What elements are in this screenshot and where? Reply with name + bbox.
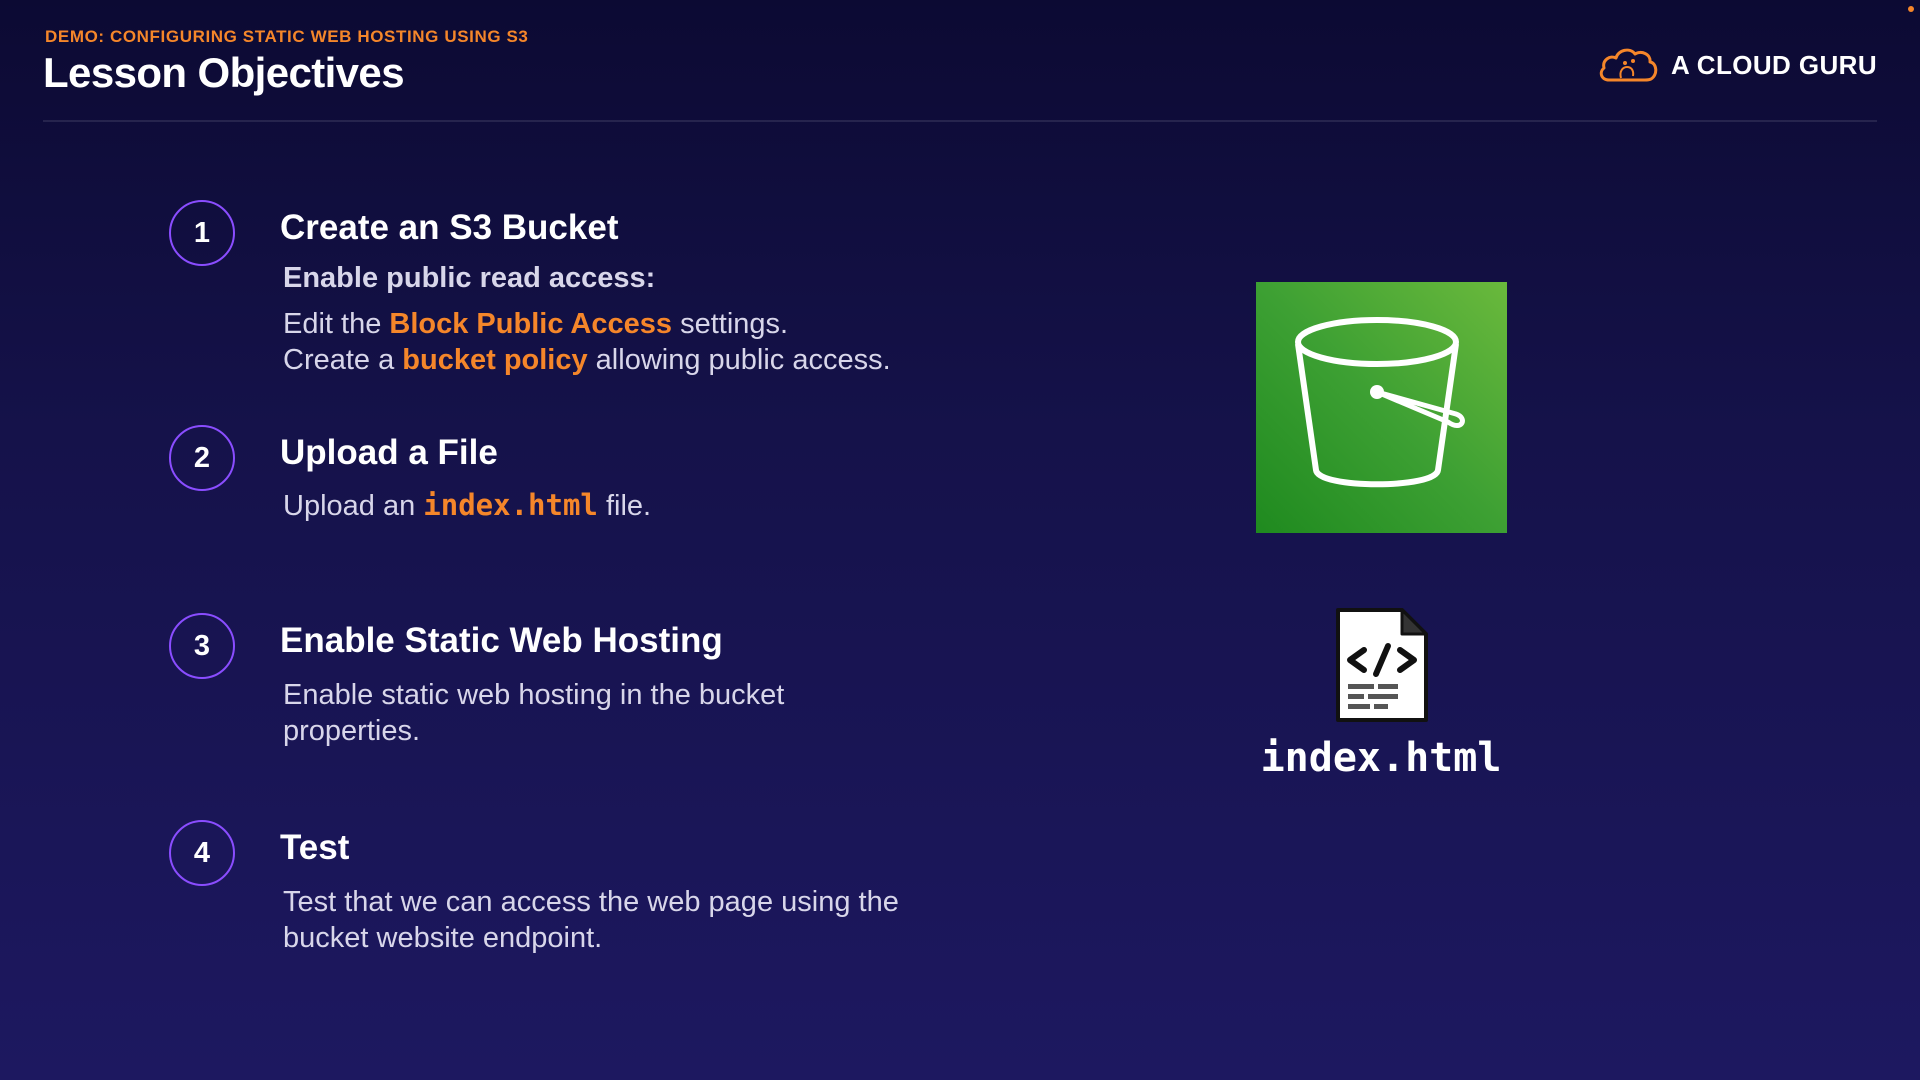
text-segment: Create a [283, 344, 403, 376]
text-segment: file. [597, 490, 652, 522]
step-title: Create an S3 Bucket [280, 208, 619, 247]
step-number-badge: 4 [169, 820, 235, 886]
file-name-label: index.html [1260, 735, 1502, 781]
text-segment: settings. [672, 308, 789, 340]
step-body: Test that we can access the web page usi… [283, 886, 899, 954]
step-number-badge: 1 [169, 200, 235, 266]
brand-logo: A CLOUD GURU [1597, 42, 1877, 88]
highlight-index-html: index.html [423, 488, 598, 522]
text-segment: allowing public access. [587, 344, 891, 376]
step-line: Create a bucket policy allowing public a… [283, 342, 1043, 378]
step-title: Upload a File [280, 433, 498, 472]
highlight-block-public-access: Block Public Access [389, 308, 673, 340]
slide-kicker: DEMO: CONFIGURING STATIC WEB HOSTING USI… [45, 27, 529, 46]
slide-header: DEMO: CONFIGURING STATIC WEB HOSTING USI… [43, 22, 1877, 122]
step-number-badge: 3 [169, 613, 235, 679]
step-body: Enable static web hosting in the bucket … [283, 679, 785, 747]
step-title: Enable Static Web Hosting [280, 621, 723, 660]
recording-indicator [1908, 6, 1914, 12]
page-title: Lesson Objectives [43, 49, 405, 96]
step-body: Upload an index.html file. [283, 487, 1043, 524]
html-file-illustration: index.html [1236, 606, 1526, 796]
s3-bucket-tile [1256, 282, 1507, 533]
step-subtitle: Enable public read access: [283, 262, 656, 294]
step-title: Test [280, 828, 350, 867]
step-line: Edit the Block Public Access settings. [283, 306, 1043, 342]
html-file-icon [1336, 608, 1428, 722]
cloud-logo-icon [1599, 48, 1658, 82]
brand-name: A CLOUD GURU [1670, 49, 1877, 80]
step-body: Enable public read access: Edit the Bloc… [283, 260, 1043, 378]
text-segment: Upload an [283, 490, 424, 522]
highlight-bucket-policy: bucket policy [402, 344, 588, 376]
text-segment: Edit the [283, 308, 390, 340]
s3-bucket-icon [1295, 317, 1465, 488]
step-number-badge: 2 [169, 425, 235, 491]
